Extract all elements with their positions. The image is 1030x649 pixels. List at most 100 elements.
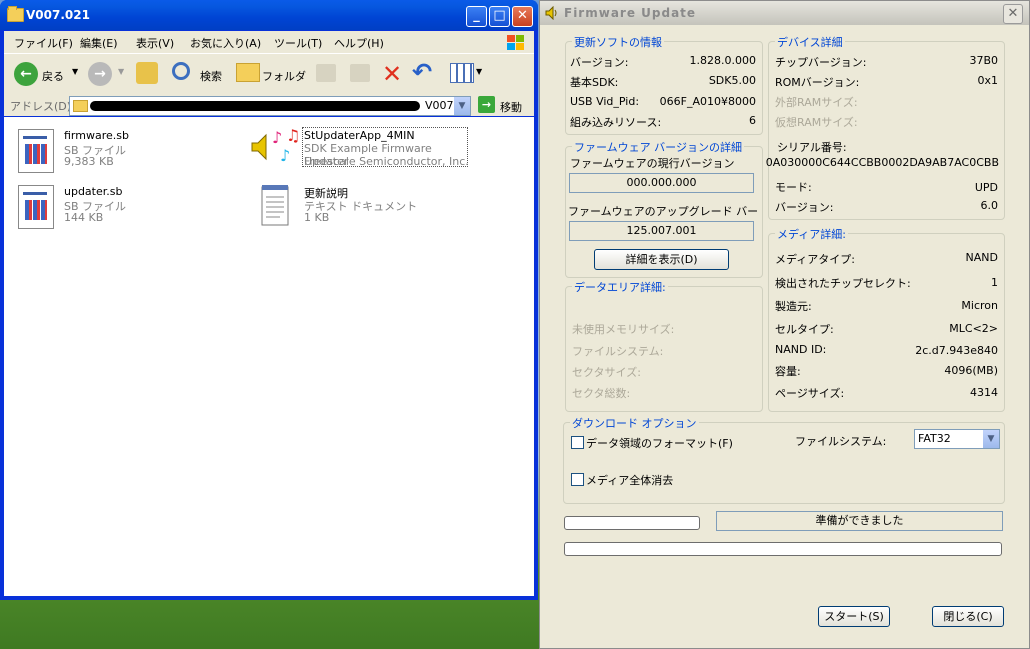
cell-type-value: MLC<2> bbox=[949, 322, 998, 335]
free-memory-label: 未使用メモリサイズ: bbox=[572, 323, 675, 336]
chip-select-label: 検出されたチップセレクト: bbox=[775, 277, 911, 290]
forward-dropdown-icon[interactable]: ▼ bbox=[118, 67, 124, 76]
folders-icon[interactable] bbox=[236, 63, 260, 82]
copy-to-icon[interactable] bbox=[350, 64, 370, 82]
windows-logo-icon bbox=[507, 35, 524, 50]
mode-value: UPD bbox=[974, 181, 998, 194]
firmware-close-icon[interactable]: ✕ bbox=[1003, 4, 1023, 24]
resources-value: 6 bbox=[749, 114, 756, 127]
file-item[interactable]: updater.sb SB ファイル 144 KB bbox=[18, 183, 218, 229]
address-input[interactable]: V007.0 ▼ bbox=[69, 96, 471, 116]
explorer-title-bar[interactable]: V007.021 _ □ ✕ bbox=[0, 0, 538, 30]
file-system-label: ファイルシステム: bbox=[572, 345, 664, 358]
erase-media-label[interactable]: メディア全体消去 bbox=[586, 472, 673, 488]
close-dialog-button[interactable]: 閉じる(C) bbox=[932, 606, 1004, 627]
close-button[interactable]: ✕ bbox=[512, 6, 533, 27]
chip-version-label: チップバージョン: bbox=[775, 56, 867, 69]
menu-tools[interactable]: ツール(T) bbox=[274, 35, 322, 51]
upgrade-version-field: 125.007.001 bbox=[569, 221, 754, 241]
sector-size-label: セクタサイズ: bbox=[572, 366, 641, 379]
file-item[interactable]: firmware.sb SB ファイル 9,383 KB bbox=[18, 127, 218, 173]
file-system-select-label: ファイルシステム: bbox=[795, 435, 887, 448]
file-item[interactable]: ♪ ♫ ♪ StUpdaterApp_4MIN SDK Example Firm… bbox=[250, 127, 470, 173]
sdk-value: SDK5.00 bbox=[708, 74, 756, 87]
menu-edit[interactable]: 編集(E) bbox=[80, 35, 118, 51]
firmware-version-group: ファームウェア バージョンの詳細 ファームウェアの現行バージョン 000.000… bbox=[565, 139, 763, 278]
back-arrow-icon[interactable]: ← bbox=[14, 62, 38, 86]
chevron-down-icon[interactable]: ▼ bbox=[983, 430, 999, 448]
erase-media-checkbox[interactable] bbox=[571, 473, 584, 486]
rom-version-value: 0x1 bbox=[977, 74, 998, 87]
sector-count-label: セクタ総数: bbox=[572, 387, 631, 400]
file-name: firmware.sb bbox=[64, 129, 129, 142]
media-details-legend: メディア詳細: bbox=[775, 226, 848, 242]
menu-view[interactable]: 表示(V) bbox=[136, 35, 174, 51]
nand-id-label: NAND ID: bbox=[775, 343, 827, 356]
virtual-ram-label: 仮想RAMサイズ: bbox=[775, 116, 858, 129]
svg-text:♪: ♪ bbox=[280, 146, 290, 165]
status-field: 準備ができました bbox=[716, 511, 1003, 531]
manufacturer-label: 製造元: bbox=[775, 300, 812, 313]
firmware-update-window: Firmware Update ✕ 更新ソフトの情報 バージョン: 1.828.… bbox=[539, 0, 1030, 649]
views-dropdown-icon[interactable]: ▼ bbox=[476, 67, 482, 76]
firmware-version-legend: ファームウェア バージョンの詳細 bbox=[572, 139, 744, 155]
speaker-icon bbox=[545, 6, 557, 20]
device-version-label: バージョン: bbox=[775, 201, 834, 214]
mode-label: モード: bbox=[775, 181, 812, 194]
show-details-button[interactable]: 詳細を表示(D) bbox=[594, 249, 729, 270]
menu-bar: ファイル(F) 編集(E) 表示(V) お気に入り(A) ツール(T) ヘルプ(… bbox=[4, 31, 534, 53]
maximize-button[interactable]: □ bbox=[489, 6, 510, 27]
media-type-value: NAND bbox=[965, 251, 998, 264]
back-button[interactable]: 戻る bbox=[42, 68, 64, 84]
format-data-label[interactable]: データ領域のフォーマット(F) bbox=[586, 435, 733, 451]
menu-file[interactable]: ファイル(F) bbox=[14, 35, 73, 51]
current-version-field: 000.000.000 bbox=[569, 173, 754, 193]
progress-bar-main bbox=[564, 542, 1002, 556]
forward-arrow-icon[interactable]: → bbox=[88, 62, 112, 86]
undo-icon[interactable]: ↶ bbox=[412, 58, 432, 86]
explorer-window: V007.021 _ □ ✕ ファイル(F) 編集(E) 表示(V) お気に入り… bbox=[0, 0, 538, 600]
minimize-button[interactable]: _ bbox=[466, 6, 487, 27]
progress-bar-small bbox=[564, 516, 700, 530]
address-dropdown-icon[interactable]: ▼ bbox=[454, 97, 470, 115]
sb-file-icon bbox=[18, 129, 54, 173]
delete-icon[interactable]: ✕ bbox=[382, 60, 402, 88]
firmware-title-bar[interactable]: Firmware Update ✕ bbox=[540, 1, 1029, 25]
chip-version-value: 37B0 bbox=[969, 54, 998, 67]
menu-help[interactable]: ヘルプ(H) bbox=[334, 35, 384, 51]
go-button[interactable]: → 移動 bbox=[478, 96, 532, 114]
serial-number-label: シリアル番号: bbox=[777, 141, 847, 154]
svg-text:♪: ♪ bbox=[272, 128, 282, 147]
file-item[interactable]: 更新説明 テキスト ドキュメント 1 KB bbox=[260, 183, 460, 229]
external-ram-label: 外部RAMサイズ: bbox=[775, 96, 858, 109]
back-dropdown-icon[interactable]: ▼ bbox=[72, 67, 78, 76]
search-button[interactable]: 検索 bbox=[200, 68, 222, 84]
menu-favorites[interactable]: お気に入り(A) bbox=[190, 35, 261, 51]
file-name: updater.sb bbox=[64, 185, 123, 198]
search-icon[interactable] bbox=[172, 62, 190, 80]
up-folder-icon[interactable] bbox=[136, 62, 158, 84]
manufacturer-value: Micron bbox=[961, 299, 998, 312]
file-system-select[interactable]: FAT32 ▼ bbox=[914, 429, 1000, 449]
redacted-path bbox=[90, 101, 420, 111]
folder-icon bbox=[7, 6, 24, 22]
go-label: 移動 bbox=[500, 101, 522, 114]
format-data-checkbox[interactable] bbox=[571, 436, 584, 449]
device-details-group: デバイス詳細 チップバージョン: 37B0 ROMバージョン: 0x1 外部RA… bbox=[765, 34, 1005, 220]
start-button[interactable]: スタート(S) bbox=[818, 606, 890, 627]
file-name: StUpdaterApp_4MIN bbox=[304, 129, 415, 142]
svg-text:♫: ♫ bbox=[286, 127, 298, 145]
views-icon[interactable] bbox=[450, 63, 474, 83]
folders-button[interactable]: フォルダ bbox=[262, 68, 306, 84]
nand-id-value: 2c.d7.943e840 bbox=[915, 344, 998, 357]
data-area-legend: データエリア詳細: bbox=[572, 279, 668, 295]
sdk-label: 基本SDK: bbox=[570, 76, 619, 89]
file-company: Freescale Semiconductor, Inc. bbox=[304, 155, 469, 168]
serial-number-value: 0A030000C644CCBB0002DA9AB7AC0CBB bbox=[765, 156, 999, 169]
usb-vid-pid-label: USB Vid_Pid: bbox=[570, 95, 640, 108]
file-size: 9,383 KB bbox=[64, 155, 114, 168]
rom-version-label: ROMバージョン: bbox=[775, 76, 860, 89]
move-to-icon[interactable] bbox=[316, 64, 336, 82]
media-type-label: メディアタイプ: bbox=[775, 253, 855, 266]
data-area-group: データエリア詳細: 未使用メモリサイズ: ファイルシステム: セクタサイズ: セ… bbox=[565, 279, 763, 412]
